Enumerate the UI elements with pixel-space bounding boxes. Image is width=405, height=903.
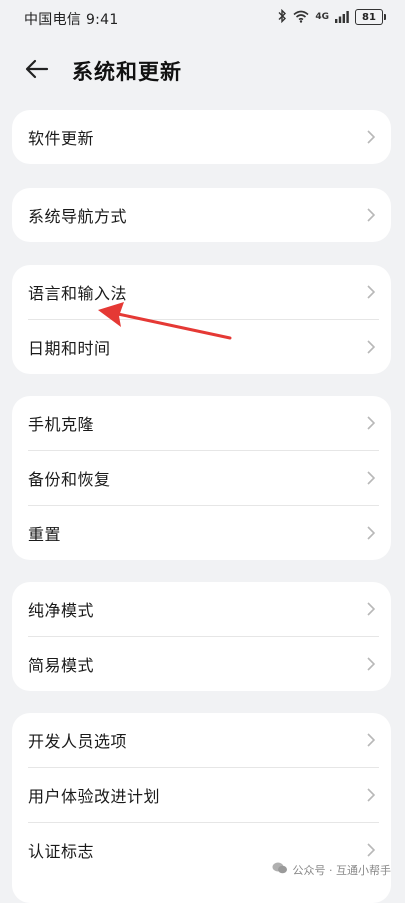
watermark: 公众号 · 互通小帮手 bbox=[272, 861, 392, 878]
wifi-icon bbox=[293, 8, 309, 27]
menu-item-label: 开发人员选项 bbox=[28, 732, 128, 751]
menu-item-navigation-mode[interactable]: 系统导航方式 bbox=[12, 188, 391, 242]
chevron-right-icon bbox=[365, 470, 377, 486]
watermark-text: 公众号 · 互通小帮手 bbox=[292, 863, 392, 877]
chevron-right-icon bbox=[365, 842, 377, 858]
status-icons: 4G 81 bbox=[277, 6, 386, 28]
signal-icon bbox=[335, 8, 349, 27]
chevron-right-icon bbox=[365, 207, 377, 223]
menu-item-label: 认证标志 bbox=[28, 842, 95, 861]
wechat-icon bbox=[272, 861, 288, 878]
chevron-right-icon bbox=[365, 339, 377, 355]
network-type: 4G bbox=[315, 12, 329, 22]
menu-item-label: 软件更新 bbox=[28, 129, 95, 148]
settings-group-2: 系统导航方式 bbox=[12, 188, 391, 242]
status-bar: 中国电信 9:41 4G 81 bbox=[0, 0, 405, 34]
header: 系统和更新 bbox=[0, 48, 405, 92]
menu-item-label: 用户体验改进计划 bbox=[28, 787, 161, 806]
menu-item-user-experience[interactable]: 用户体验改进计划 bbox=[12, 768, 391, 822]
settings-group-3: 语言和输入法 日期和时间 bbox=[12, 265, 391, 374]
bluetooth-icon bbox=[277, 8, 287, 27]
chevron-right-icon bbox=[365, 415, 377, 431]
menu-item-software-update[interactable]: 软件更新 bbox=[12, 110, 391, 164]
menu-item-developer-options[interactable]: 开发人员选项 bbox=[12, 713, 391, 767]
menu-item-reset[interactable]: 重置 bbox=[12, 506, 391, 560]
chevron-right-icon bbox=[365, 284, 377, 300]
menu-item-label: 系统导航方式 bbox=[28, 207, 128, 226]
settings-group-5: 纯净模式 简易模式 bbox=[12, 582, 391, 691]
settings-group-4: 手机克隆 备份和恢复 重置 bbox=[12, 396, 391, 560]
settings-group-1: 软件更新 bbox=[12, 110, 391, 164]
page-title: 系统和更新 bbox=[72, 60, 182, 84]
back-arrow-icon bbox=[25, 59, 49, 79]
chevron-right-icon bbox=[365, 787, 377, 803]
chevron-right-icon bbox=[365, 601, 377, 617]
menu-item-label: 手机克隆 bbox=[28, 415, 95, 434]
menu-item-pure-mode[interactable]: 纯净模式 bbox=[12, 582, 391, 636]
chevron-right-icon bbox=[365, 732, 377, 748]
menu-item-label: 备份和恢复 bbox=[28, 470, 111, 489]
menu-item-label: 简易模式 bbox=[28, 656, 95, 675]
menu-item-label: 纯净模式 bbox=[28, 601, 95, 620]
carrier-time: 中国电信 9:41 bbox=[24, 12, 119, 28]
menu-item-language-input[interactable]: 语言和输入法 bbox=[12, 265, 391, 319]
menu-item-label: 日期和时间 bbox=[28, 339, 111, 358]
menu-item-phone-clone[interactable]: 手机克隆 bbox=[12, 396, 391, 450]
menu-item-simple-mode[interactable]: 简易模式 bbox=[12, 637, 391, 691]
menu-item-label: 重置 bbox=[28, 525, 62, 544]
battery-icon: 81 bbox=[355, 9, 386, 25]
back-button[interactable] bbox=[22, 54, 52, 84]
menu-item-label: 语言和输入法 bbox=[28, 284, 128, 303]
chevron-right-icon bbox=[365, 525, 377, 541]
menu-item-backup-restore[interactable]: 备份和恢复 bbox=[12, 451, 391, 505]
chevron-right-icon bbox=[365, 656, 377, 672]
menu-item-date-time[interactable]: 日期和时间 bbox=[12, 320, 391, 374]
chevron-right-icon bbox=[365, 129, 377, 145]
